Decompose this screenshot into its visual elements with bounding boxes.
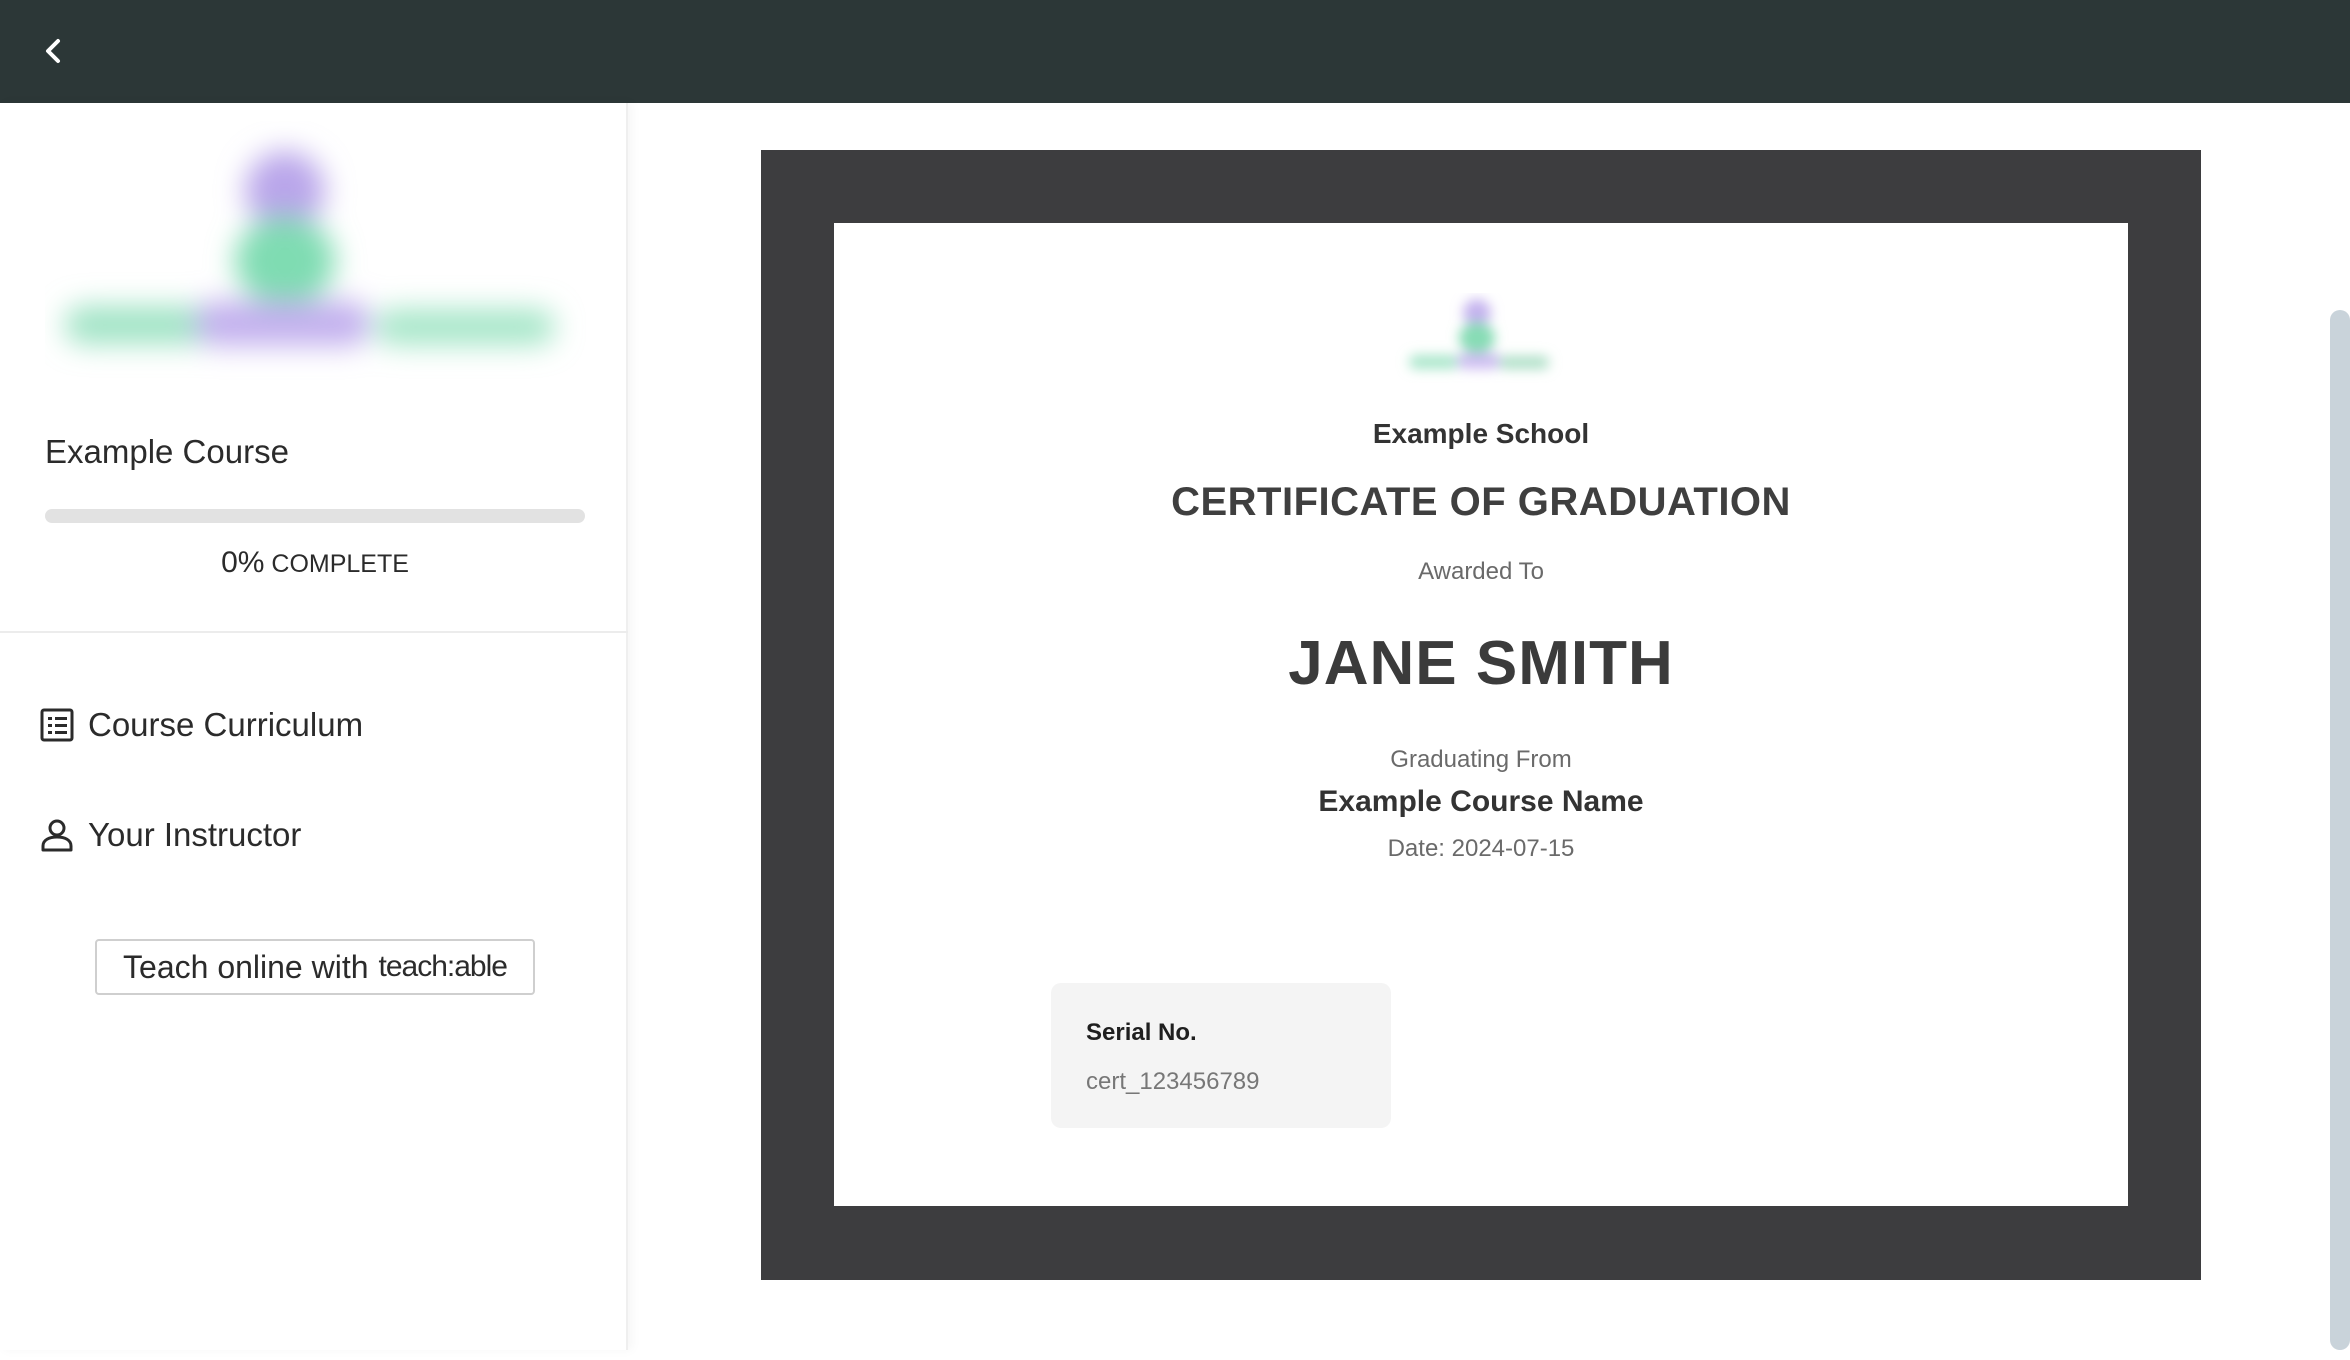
progress-bar	[45, 509, 585, 523]
certificate-course-name: Example Course Name	[1318, 785, 1644, 818]
certificate-frame: Example School CERTIFICATE OF GRADUATION…	[761, 150, 2201, 1280]
certificate-viewer: Example School CERTIFICATE OF GRADUATION…	[630, 103, 2320, 1360]
user-icon	[41, 819, 73, 852]
sidebar-item-course-curriculum[interactable]: Course Curriculum	[40, 706, 363, 744]
certificate-school: Example School	[1372, 418, 1590, 449]
serial-label: Serial No.	[1086, 1019, 1197, 1046]
certificate-awarded-label: Awarded To	[1418, 558, 1544, 585]
sidebar-divider	[0, 631, 628, 633]
serial-number-box: Serial No. cert_123456789	[1051, 983, 1391, 1128]
course-title: Example Course	[45, 433, 289, 470]
sidebar-item-your-instructor[interactable]: Your Instructor	[40, 816, 301, 854]
school-logo	[65, 151, 555, 346]
certificate: Example School CERTIFICATE OF GRADUATION…	[834, 223, 2128, 1206]
progress-complete-label: COMPLETE	[271, 550, 409, 578]
certificate-recipient: JANE SMITH	[1288, 629, 1674, 698]
certificate-heading: CERTIFICATE OF GRADUATION	[1171, 480, 1791, 524]
certificate-graduating-label: Graduating From	[1390, 746, 1572, 773]
sidebar-item-label: Course Curriculum	[88, 706, 364, 743]
progress-text: 0% COMPLETE	[45, 546, 585, 580]
certificate-date: Date: 2024-07-15	[1387, 835, 1575, 862]
back-button[interactable]	[30, 28, 76, 74]
sidebar-item-label: Your Instructor	[88, 816, 302, 853]
teach-online-button[interactable]: Teach online with teach:able	[95, 939, 535, 995]
teachable-brand: teach:able	[378, 950, 508, 983]
teach-button-label: Teach online with	[123, 948, 369, 985]
top-bar	[0, 0, 2350, 103]
progress-percent: 0%	[221, 546, 265, 579]
sidebar: Example Course 0% COMPLETE Course Curric…	[0, 103, 628, 1350]
serial-value: cert_123456789	[1086, 1068, 1260, 1095]
scrollbar[interactable]	[2330, 310, 2350, 1350]
certificate-logo	[1409, 299, 1549, 369]
chevron-left-icon	[46, 39, 60, 63]
list-icon	[40, 708, 74, 742]
